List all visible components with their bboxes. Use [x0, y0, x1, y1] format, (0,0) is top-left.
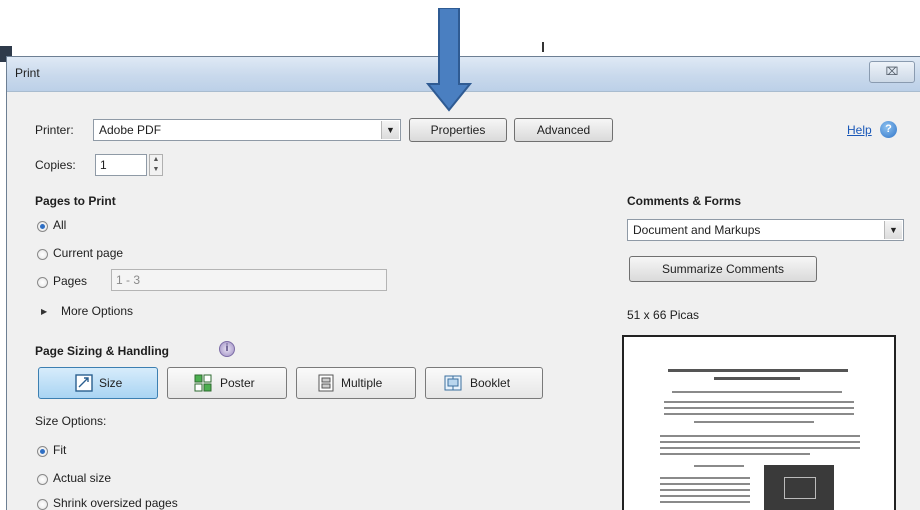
copies-input-value: 1 [100, 158, 107, 172]
radio-current-page[interactable] [37, 249, 48, 260]
radio-fit[interactable] [37, 446, 48, 457]
properties-button[interactable]: Properties [409, 118, 507, 142]
copies-input[interactable]: 1 [95, 154, 147, 176]
radio-pages[interactable] [37, 277, 48, 288]
radio-all-label: All [53, 218, 67, 232]
expand-triangle-icon[interactable]: ▶ [41, 307, 47, 316]
preview-text-line [672, 391, 842, 393]
summarize-comments-button[interactable]: Summarize Comments [629, 256, 817, 282]
spin-up-icon[interactable]: ▲ [150, 155, 162, 165]
radio-pages-label: Pages [53, 274, 88, 288]
close-icon: ⌧ [885, 66, 899, 78]
preview-text-line [660, 477, 750, 479]
help-icon[interactable]: ? [880, 121, 897, 138]
print-dialog: Print ⌧ Printer: Adobe PDF ▼ Properties … [6, 56, 920, 510]
preview-text-line [660, 441, 860, 443]
preview-figure-frame [784, 477, 816, 499]
radio-actual-size[interactable] [37, 474, 48, 485]
preview-text-line [660, 447, 860, 449]
copies-label: Copies: [35, 158, 76, 172]
help-link[interactable]: Help [847, 123, 872, 137]
screenshot-root: Print ⌧ Printer: Adobe PDF ▼ Properties … [0, 0, 920, 510]
chevron-down-icon: ▼ [381, 121, 399, 139]
printer-select[interactable]: Adobe PDF ▼ [93, 119, 401, 141]
preview-title-line [668, 369, 848, 372]
size-options-label: Size Options: [35, 414, 107, 428]
radio-shrink-oversized-label: Shrink oversized pages [53, 496, 178, 510]
radio-current-page-label: Current page [53, 246, 124, 260]
poster-button-label: Poster [220, 376, 255, 390]
poster-button[interactable]: Poster [167, 367, 287, 399]
size-button-label: Size [99, 376, 123, 390]
page-sizing-heading: Page Sizing & Handling [35, 344, 170, 358]
radio-shrink-oversized[interactable] [37, 499, 48, 510]
pages-range-input[interactable]: 1 - 3 [111, 269, 387, 291]
multiple-button[interactable]: Multiple [296, 367, 416, 399]
preview-text-line [664, 413, 854, 415]
comments-forms-select[interactable]: Document and Markups ▼ [627, 219, 904, 241]
preview-text-line [660, 483, 750, 485]
comments-forms-select-value: Document and Markups [633, 223, 761, 237]
copies-stepper[interactable]: ▲ ▼ [149, 154, 163, 176]
comments-forms-heading: Comments & Forms [627, 194, 742, 208]
preview-text-line [660, 435, 860, 437]
preview-text-line [664, 407, 854, 409]
annotation-arrow-down-icon [426, 8, 472, 112]
radio-all[interactable] [37, 221, 48, 232]
preview-text-line [660, 453, 810, 455]
background-window-mark [542, 42, 544, 52]
multiple-icon [318, 374, 334, 392]
info-icon[interactable]: i [219, 341, 235, 357]
preview-figure [764, 465, 834, 510]
printer-select-value: Adobe PDF [99, 123, 162, 137]
size-button[interactable]: Size [38, 367, 158, 399]
radio-fit-label: Fit [53, 443, 67, 457]
preview-text-line [660, 495, 750, 497]
print-preview [622, 335, 896, 510]
chevron-down-icon: ▼ [884, 221, 902, 239]
preview-text-line [660, 489, 750, 491]
dialog-title: Print [15, 66, 40, 80]
booklet-button[interactable]: Booklet [425, 367, 543, 399]
radio-actual-size-label: Actual size [53, 471, 112, 485]
preview-text-line [694, 465, 744, 467]
multiple-button-label: Multiple [341, 376, 383, 390]
spin-down-icon[interactable]: ▼ [150, 165, 162, 175]
preview-text-line [660, 501, 750, 503]
poster-icon [194, 374, 212, 392]
pages-to-print-heading: Pages to Print [35, 194, 116, 208]
more-options-toggle[interactable]: More Options [61, 304, 133, 318]
booklet-icon [444, 375, 462, 391]
preview-title-line [714, 377, 800, 380]
printer-label: Printer: [35, 123, 74, 137]
preview-text-line [694, 421, 814, 423]
booklet-button-label: Booklet [470, 376, 511, 390]
pages-range-value: 1 - 3 [116, 273, 141, 287]
advanced-button[interactable]: Advanced [514, 118, 613, 142]
size-icon [75, 374, 93, 392]
close-button[interactable]: ⌧ [869, 61, 915, 83]
preview-text-line [664, 401, 854, 403]
page-size-label: 51 x 66 Picas [627, 308, 700, 322]
